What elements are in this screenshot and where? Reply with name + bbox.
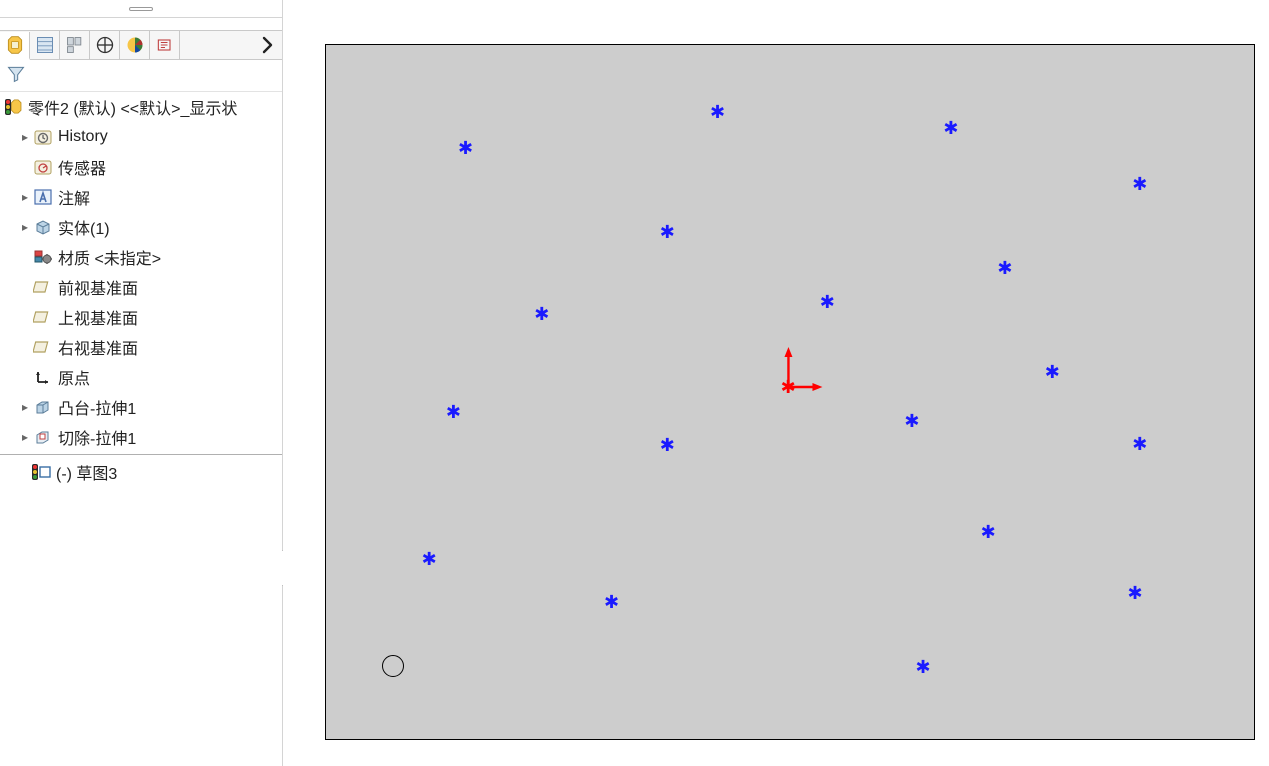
sketch-point[interactable]: ✱ [604, 595, 619, 609]
plane-icon [32, 306, 54, 328]
tab-cam-manager[interactable] [150, 31, 180, 59]
tab-display-manager[interactable] [120, 31, 150, 59]
history-icon [32, 126, 54, 148]
sketch-point[interactable]: ✱ [916, 660, 931, 674]
tree-item-label: History [58, 128, 108, 146]
sketch-point[interactable]: ✱ [981, 525, 996, 539]
sketch-point[interactable]: ✱ [422, 552, 437, 566]
sketch-circle[interactable] [382, 655, 404, 677]
tab-feature-manager[interactable] [0, 32, 30, 60]
tree-item-1[interactable]: 传感器 [0, 152, 282, 182]
rollback-bar[interactable] [0, 454, 282, 455]
sketch-point[interactable]: ✱ [710, 105, 725, 119]
sketch-point[interactable]: ✱ [1045, 365, 1060, 379]
tree-item-label: 原点 [58, 365, 90, 389]
cam-manager-icon [155, 35, 175, 55]
app-root: 零件2 (默认) <<默认>_显示状 ▸ History 传感器 ▸ 注解 ▸ 实体(1) 材… [0, 0, 1269, 766]
dimxpert-icon [95, 35, 115, 55]
sketch-point[interactable]: ✱ [943, 121, 958, 135]
tree-item-2[interactable]: ▸ 注解 [0, 182, 282, 212]
expand-arrow[interactable]: ▸ [18, 190, 32, 204]
tree-item-10[interactable]: ▸ 切除-拉伸1 [0, 422, 282, 452]
tree-item-0[interactable]: ▸ History [0, 122, 282, 152]
tree-item-6[interactable]: 上视基准面 [0, 302, 282, 332]
tree-item-4[interactable]: 材质 <未指定> [0, 242, 282, 272]
cut-icon [32, 426, 54, 448]
expand-arrow[interactable]: ▸ [18, 220, 32, 234]
panel-spacer [0, 18, 282, 30]
expand-arrow[interactable]: ▸ [18, 400, 32, 414]
tree-item-label: 上视基准面 [58, 305, 138, 329]
feature-tree: 零件2 (默认) <<默认>_显示状 ▸ History 传感器 ▸ 注解 ▸ 实体(1) 材… [0, 92, 282, 487]
filter-icon[interactable] [6, 64, 26, 88]
tree-item-label: 材质 <未指定> [58, 245, 161, 269]
tree-item-label: 右视基准面 [58, 335, 138, 359]
origin-icon [32, 366, 54, 388]
solidbody-icon [32, 216, 54, 238]
display-manager-icon [125, 35, 145, 55]
tree-item-9[interactable]: ▸ 凸台-拉伸1 [0, 392, 282, 422]
sketch-point[interactable]: ✱ [534, 307, 549, 321]
sketch-canvas[interactable]: ✱ ✱ ✱ ✱ ✱ ✱ ✱ ✱ ✱ ✱ ✱ ✱ ✱ ✱ ✱ ✱ ✱ ✱ ✱ [325, 44, 1255, 740]
tree-filter-row [0, 60, 282, 92]
tree-item-label: 凸台-拉伸1 [58, 395, 136, 419]
tree-item-label: 注解 [58, 185, 90, 209]
feature-manager-panel: 零件2 (默认) <<默认>_显示状 ▸ History 传感器 ▸ 注解 ▸ 实体(1) 材… [0, 0, 283, 766]
tree-item-5[interactable]: 前视基准面 [0, 272, 282, 302]
sketch-point[interactable]: ✱ [820, 295, 835, 309]
graphics-viewport[interactable]: ✱ ✱ ✱ ✱ ✱ ✱ ✱ ✱ ✱ ✱ ✱ ✱ ✱ ✱ ✱ ✱ ✱ ✱ ✱ [283, 0, 1269, 766]
feature-manager-icon [5, 35, 25, 55]
tree-item-3[interactable]: ▸ 实体(1) [0, 212, 282, 242]
sketch-status-icon [30, 461, 52, 483]
panel-drag-handle[interactable] [0, 0, 282, 18]
panel-tabstrip [0, 30, 282, 60]
tree-item-label: 传感器 [58, 155, 106, 179]
annotation-icon [32, 186, 54, 208]
sketch-point[interactable]: ✱ [458, 141, 473, 155]
tree-item-7[interactable]: 右视基准面 [0, 332, 282, 362]
tree-item-label: (-) 草图3 [56, 460, 117, 484]
tree-item-8[interactable]: 原点 [0, 362, 282, 392]
sketch-point[interactable]: ✱ [446, 405, 461, 419]
property-manager-icon [35, 35, 55, 55]
plane-icon [32, 276, 54, 298]
expand-arrow[interactable]: ▸ [18, 130, 32, 144]
tree-item-label: 切除-拉伸1 [58, 425, 136, 449]
sketch-point[interactable]: ✱ [904, 414, 919, 428]
tabstrip-overflow[interactable] [254, 35, 282, 55]
extrude-icon [32, 396, 54, 418]
tree-root-label: 零件2 (默认) <<默认>_显示状 [28, 95, 237, 119]
plane-icon [32, 336, 54, 358]
expand-arrow[interactable]: ▸ [18, 430, 32, 444]
tree-root-part[interactable]: 零件2 (默认) <<默认>_显示状 [0, 92, 282, 122]
material-icon [32, 246, 54, 268]
chevron-right-icon [261, 35, 275, 55]
origin-star: ✱ [781, 377, 796, 397]
tab-dimxpert-manager[interactable] [90, 31, 120, 59]
tab-property-manager[interactable] [30, 31, 60, 59]
tree-item-label: 前视基准面 [58, 275, 138, 299]
sketch-point[interactable]: ✱ [1128, 586, 1143, 600]
tree-item-label: 实体(1) [58, 215, 110, 239]
sensor-icon [32, 156, 54, 178]
sketch-point[interactable]: ✱ [1132, 437, 1147, 451]
sketch-point[interactable]: ✱ [660, 225, 675, 239]
sketch-point[interactable]: ✱ [997, 261, 1012, 275]
sketch-origin[interactable]: ✱ [781, 380, 796, 394]
part-status-icon [2, 96, 24, 118]
sketch-point[interactable]: ✱ [1132, 177, 1147, 191]
configuration-manager-icon [65, 35, 85, 55]
tab-configuration-manager[interactable] [60, 31, 90, 59]
sketch-point[interactable]: ✱ [660, 438, 675, 452]
tree-item-below-bar[interactable]: (-) 草图3 [0, 457, 282, 487]
